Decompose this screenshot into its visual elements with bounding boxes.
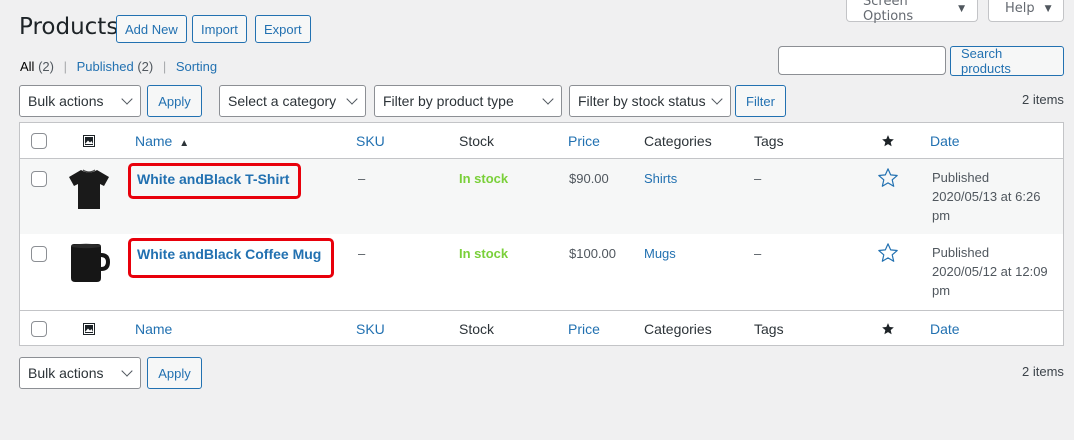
table-footer: Name SKU Stock Price Categories Tags Dat… [20, 310, 1063, 346]
caret-down-icon: ▼ [1044, 3, 1052, 14]
chevron-down-icon [121, 365, 133, 377]
apply-button[interactable]: Apply [147, 85, 202, 117]
tags-value: – [754, 171, 762, 186]
chevron-down-icon [121, 93, 133, 105]
apply-button-bottom[interactable]: Apply [147, 357, 202, 389]
date-cell: Published 2020/05/12 at 12:09 pm [932, 243, 1057, 300]
date-status: Published [932, 245, 990, 260]
stock-status: In stock [459, 171, 509, 186]
chevron-down-icon [542, 93, 554, 105]
page-title: Products [19, 14, 119, 40]
sort-ascending-icon: ▲ [179, 138, 190, 149]
view-all-link[interactable]: All [20, 59, 34, 74]
column-date-header[interactable]: Date [930, 133, 960, 149]
view-published-count: (2) [137, 59, 154, 74]
image-icon [83, 323, 95, 338]
date-value: 2020/05/13 at 6:26 [932, 189, 1041, 204]
stock-status-select[interactable]: Filter by stock status [569, 85, 731, 117]
sku-value: – [358, 171, 366, 186]
help-label: Help [1005, 1, 1035, 16]
price-value: $90.00 [569, 171, 609, 186]
column-categories-footer: Categories [644, 321, 712, 337]
bulk-actions-select-bottom[interactable]: Bulk actions [19, 357, 141, 389]
chevron-down-icon [346, 93, 358, 105]
category-select[interactable]: Select a category [219, 85, 366, 117]
row-checkbox[interactable] [31, 246, 47, 262]
column-sku-header[interactable]: SKU [356, 133, 385, 149]
category-value: Select a category [228, 93, 337, 109]
select-all-checkbox[interactable] [31, 321, 47, 337]
table-row: White andBlack Coffee Mug – In stock $10… [20, 234, 1063, 310]
date-status: Published [932, 170, 990, 185]
product-name-link[interactable]: White andBlack T-Shirt [137, 171, 289, 187]
column-tags-header: Tags [754, 133, 784, 149]
products-table: Name ▲ SKU Stock Price Categories Tags D… [19, 122, 1064, 346]
items-count-bottom: 2 items [1022, 364, 1064, 379]
column-price-header[interactable]: Price [568, 133, 600, 149]
add-new-button[interactable]: Add New [116, 15, 187, 43]
bulk-actions-select[interactable]: Bulk actions [19, 85, 141, 117]
column-stock-header: Stock [459, 133, 495, 149]
column-categories-header: Categories [644, 133, 712, 149]
view-all-count: (2) [38, 59, 54, 74]
date-value: 2020/05/12 at 12:09 [932, 264, 1048, 279]
table-header: Name ▲ SKU Stock Price Categories Tags D… [20, 123, 1063, 159]
stock-status: In stock [459, 246, 509, 261]
view-separator: | [162, 59, 167, 74]
help-button[interactable]: Help ▼ [988, 0, 1064, 22]
column-price-footer[interactable]: Price [568, 321, 600, 337]
featured-star-icon[interactable] [881, 322, 895, 339]
date-time-suffix: pm [932, 208, 951, 223]
sku-value: – [358, 246, 366, 261]
bulk-actions-value: Bulk actions [28, 365, 104, 381]
screen-options-button[interactable]: Screen Options ▼ [846, 0, 978, 24]
filter-button[interactable]: Filter [735, 85, 786, 117]
chevron-down-icon [711, 93, 723, 105]
column-name-label: Name [135, 133, 173, 149]
featured-star-icon[interactable] [881, 134, 895, 151]
tags-value: – [754, 246, 762, 261]
category-link[interactable]: Mugs [644, 246, 676, 261]
bulk-actions-value: Bulk actions [28, 93, 104, 109]
stock-status-value: Filter by stock status [578, 93, 706, 109]
export-button[interactable]: Export [255, 15, 311, 43]
items-count: 2 items [1022, 92, 1064, 107]
column-date-footer[interactable]: Date [930, 321, 960, 337]
star-outline-icon[interactable] [877, 167, 899, 192]
date-time-suffix: pm [932, 283, 951, 298]
view-filters: All (2) | Published (2) | Sorting [20, 59, 217, 74]
import-button[interactable]: Import [192, 15, 247, 43]
price-value: $100.00 [569, 246, 616, 261]
star-outline-icon[interactable] [877, 242, 899, 267]
search-products-button[interactable]: Search products [950, 46, 1064, 76]
column-stock-footer: Stock [459, 321, 495, 337]
product-thumbnail[interactable] [68, 167, 110, 214]
screen-options-label: Screen Options [863, 0, 914, 24]
product-thumbnail[interactable] [68, 240, 112, 287]
row-checkbox[interactable] [31, 171, 47, 187]
column-name-footer[interactable]: Name [135, 321, 172, 337]
view-published-link[interactable]: Published [77, 59, 134, 74]
view-separator: | [63, 59, 67, 74]
select-all-checkbox[interactable] [31, 133, 47, 149]
product-type-select[interactable]: Filter by product type [374, 85, 562, 117]
caret-down-icon: ▼ [958, 3, 965, 14]
view-sorting-link[interactable]: Sorting [176, 59, 217, 74]
product-name-link[interactable]: White andBlack Coffee Mug [137, 246, 321, 262]
search-input[interactable] [778, 46, 946, 75]
column-name-header[interactable]: Name ▲ [135, 133, 189, 149]
column-sku-footer[interactable]: SKU [356, 321, 385, 337]
image-icon [83, 135, 95, 150]
column-tags-footer: Tags [754, 321, 784, 337]
category-link[interactable]: Shirts [644, 171, 677, 186]
table-row: White andBlack T-Shirt – In stock $90.00… [20, 159, 1063, 234]
product-type-value: Filter by product type [383, 93, 514, 109]
date-cell: Published 2020/05/13 at 6:26 pm [932, 168, 1057, 225]
